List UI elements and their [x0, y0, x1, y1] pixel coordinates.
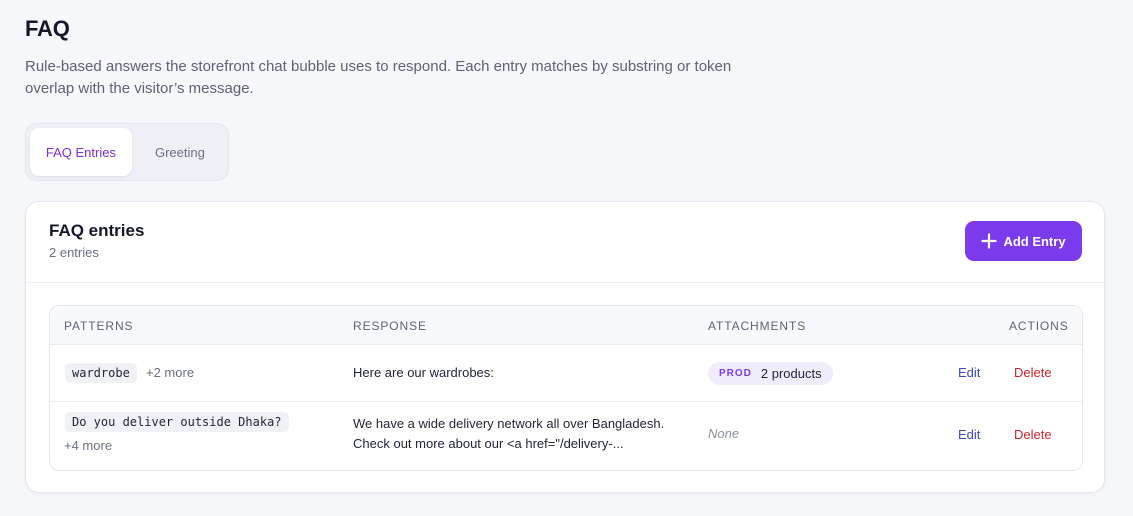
- faq-entries-card: FAQ entries 2 entries Add Entry PATTERNS…: [25, 201, 1105, 493]
- no-attachments: None: [708, 426, 740, 441]
- table-row[interactable]: Do you deliver outside Dhaka? +4 more We…: [50, 402, 1082, 470]
- faq-table: PATTERNS RESPONSE ATTACHMENTS ACTIONS wa…: [49, 305, 1083, 471]
- entry-count: 2 entries: [49, 245, 99, 260]
- response-line: Check out more about our <a href="/deliv…: [353, 436, 624, 451]
- card-title: FAQ entries: [49, 221, 145, 240]
- page-subtitle: Rule-based answers the storefront chat b…: [25, 58, 732, 97]
- plus-icon: [981, 233, 998, 249]
- response-line: Here are our wardrobes:: [353, 365, 494, 380]
- table-header: PATTERNS RESPONSE ATTACHMENTS ACTIONS: [50, 306, 1082, 345]
- response-text: We have a wide delivery network all over…: [353, 414, 693, 454]
- add-entry-label: Add Entry: [1003, 233, 1066, 249]
- tab-greeting[interactable]: Greeting: [136, 128, 224, 176]
- table-row[interactable]: wardrobe +2 more Here are our wardrobes:…: [50, 345, 1082, 402]
- page-title: FAQ: [25, 16, 70, 41]
- tab-bar: FAQ Entries Greeting: [25, 123, 229, 181]
- response-line: We have a wide delivery network all over…: [353, 416, 665, 431]
- more-patterns[interactable]: +4 more: [64, 438, 112, 453]
- column-header-actions: ACTIONS: [1009, 319, 1069, 333]
- delete-button[interactable]: Delete: [1014, 427, 1052, 442]
- card-header: FAQ entries 2 entries Add Entry: [26, 202, 1104, 283]
- attachment-count: 2 products: [760, 366, 822, 381]
- attachment-type-tag: PROD: [719, 368, 752, 379]
- pattern-chip: Do you deliver outside Dhaka?: [65, 412, 289, 432]
- faq-page: FAQ Rule-based answers the storefront ch…: [0, 0, 1133, 516]
- attachment-badge: PROD 2 products: [708, 362, 833, 385]
- response-text: Here are our wardrobes:: [353, 363, 693, 383]
- add-entry-button[interactable]: Add Entry: [965, 221, 1082, 261]
- pattern-chip: wardrobe: [65, 363, 137, 383]
- edit-button[interactable]: Edit: [958, 365, 980, 380]
- column-header-response: RESPONSE: [353, 319, 427, 333]
- more-patterns[interactable]: +2 more: [146, 365, 194, 380]
- delete-button[interactable]: Delete: [1014, 365, 1052, 380]
- edit-button[interactable]: Edit: [958, 427, 980, 442]
- column-header-attachments: ATTACHMENTS: [708, 319, 807, 333]
- column-header-patterns: PATTERNS: [64, 319, 134, 333]
- tab-faq-entries[interactable]: FAQ Entries: [30, 128, 132, 176]
